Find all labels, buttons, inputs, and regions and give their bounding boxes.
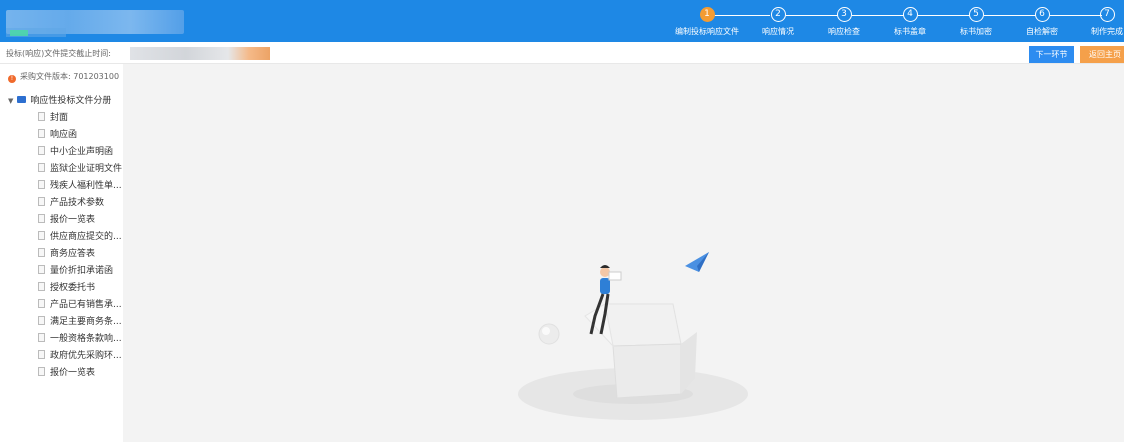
caret-down-icon[interactable]: ▼ <box>8 97 13 105</box>
tree-item-label: 封面 <box>50 113 69 123</box>
tree-item-label: 响应函 <box>50 130 78 140</box>
return-home-button[interactable]: 返回主页 <box>1080 46 1124 63</box>
file-version: ! 采购文件版本: 701203100 <box>8 71 119 83</box>
step-2[interactable]: 2 响应情况 <box>743 4 813 37</box>
tree-item[interactable]: 残疾人福利性单... <box>38 178 122 195</box>
step-7[interactable]: 7 制作完成 <box>1072 4 1124 37</box>
document-icon <box>38 350 45 359</box>
step-3[interactable]: 3 响应检查 <box>809 4 879 37</box>
tree-item[interactable]: 商务应答表 <box>38 246 122 263</box>
tree-item-label: 授权委托书 <box>50 283 96 293</box>
tree-root-label: 响应性投标文件分册 <box>30 96 112 106</box>
step-number: 4 <box>902 7 918 22</box>
deadline-label: 投标(响应)文件提交截止时间: <box>6 49 111 58</box>
tree-item[interactable]: 供应商应提交的... <box>38 229 122 246</box>
document-tree-sidebar: ! 采购文件版本: 701203100 ▼ 响应性投标文件分册 封面 响应函 中小企… <box>0 64 123 442</box>
empty-state-illustration <box>518 252 748 420</box>
document-icon <box>38 163 45 172</box>
document-icon <box>38 367 45 376</box>
progress-steps: 1 编制投标响应文件 2 响应情况 3 响应检查 4 标书盖章 5 标书加密 6… <box>672 4 1124 40</box>
step-5[interactable]: 5 标书加密 <box>941 4 1011 37</box>
document-icon <box>38 333 45 342</box>
document-icon <box>38 129 45 138</box>
document-icon <box>38 214 45 223</box>
tree-item-label: 报价一览表 <box>50 368 96 378</box>
step-label: 响应情况 <box>762 27 794 36</box>
step-label: 标书盖章 <box>894 27 926 36</box>
tree-item-label: 满足主要商务条... <box>50 317 122 327</box>
step-number: 2 <box>770 7 786 22</box>
step-number: 3 <box>836 7 852 22</box>
tree-item-label: 报价一览表 <box>50 215 96 225</box>
step-number: 5 <box>968 7 984 22</box>
tree-root[interactable]: ▼ 响应性投标文件分册 <box>8 93 111 106</box>
step-number: 7 <box>1099 7 1115 22</box>
tree-item[interactable]: 产品技术参数 <box>38 195 122 212</box>
tree-item-label: 量价折扣承诺函 <box>50 266 114 276</box>
deadline-value <box>130 47 270 60</box>
document-icon <box>38 248 45 257</box>
next-step-button[interactable]: 下一环节 <box>1029 46 1074 63</box>
content-area <box>123 64 1124 442</box>
document-icon <box>38 265 45 274</box>
document-icon <box>38 180 45 189</box>
tree-item[interactable]: 授权委托书 <box>38 280 122 297</box>
step-4[interactable]: 4 标书盖章 <box>875 4 945 37</box>
step-label: 标书加密 <box>960 27 992 36</box>
tree-item-label: 一般资格条款响... <box>50 334 122 344</box>
tree-item-label: 产品技术参数 <box>50 198 105 208</box>
tree-item-label: 中小企业声明函 <box>50 147 114 157</box>
tree-item-label: 政府优先采购环... <box>50 351 122 361</box>
tree-item[interactable]: 量价折扣承诺函 <box>38 263 122 280</box>
tree-item[interactable]: 报价一览表 <box>38 212 122 229</box>
app-logo-mark <box>10 30 28 36</box>
tree-item[interactable]: 满足主要商务条... <box>38 314 122 331</box>
tree-item[interactable]: 封面 <box>38 110 122 127</box>
document-icon <box>38 112 45 121</box>
tree-item[interactable]: 一般资格条款响... <box>38 331 122 348</box>
step-1[interactable]: 1 编制投标响应文件 <box>672 4 742 37</box>
tree-item[interactable]: 监狱企业证明文件 <box>38 161 122 178</box>
tree-item[interactable]: 产品已有销售承... <box>38 297 122 314</box>
tree-items: 封面 响应函 中小企业声明函 监狱企业证明文件 残疾人福利性单... 产品技术参… <box>38 110 122 382</box>
document-icon <box>38 146 45 155</box>
alert-circle-icon: ! <box>8 75 16 83</box>
tree-item-label: 供应商应提交的... <box>50 232 122 242</box>
document-icon <box>38 299 45 308</box>
step-number: 6 <box>1034 7 1050 22</box>
document-icon <box>38 316 45 325</box>
document-icon <box>38 282 45 291</box>
step-label: 制作完成 <box>1091 27 1123 36</box>
tree-item[interactable]: 报价一览表 <box>38 365 122 382</box>
step-label: 自检解密 <box>1026 27 1058 36</box>
info-bar: 投标(响应)文件提交截止时间: 下一环节 返回主页 <box>0 42 1124 64</box>
tree-item-label: 残疾人福利性单... <box>50 181 122 191</box>
folder-icon <box>17 96 27 103</box>
document-icon <box>38 231 45 240</box>
tree-item-label: 监狱企业证明文件 <box>50 164 123 174</box>
top-header: 1 编制投标响应文件 2 响应情况 3 响应检查 4 标书盖章 5 标书加密 6… <box>0 0 1124 42</box>
step-number: 1 <box>699 7 715 22</box>
tree-item[interactable]: 响应函 <box>38 127 122 144</box>
tree-item[interactable]: 政府优先采购环... <box>38 348 122 365</box>
step-label: 编制投标响应文件 <box>675 27 739 36</box>
step-6[interactable]: 6 自检解密 <box>1007 4 1077 37</box>
tree-item-label: 商务应答表 <box>50 249 96 259</box>
version-text: 采购文件版本: 701203100 <box>20 72 120 81</box>
document-icon <box>38 197 45 206</box>
tree-item-label: 产品已有销售承... <box>50 300 122 310</box>
step-label: 响应检查 <box>828 27 860 36</box>
tree-item[interactable]: 中小企业声明函 <box>38 144 122 161</box>
